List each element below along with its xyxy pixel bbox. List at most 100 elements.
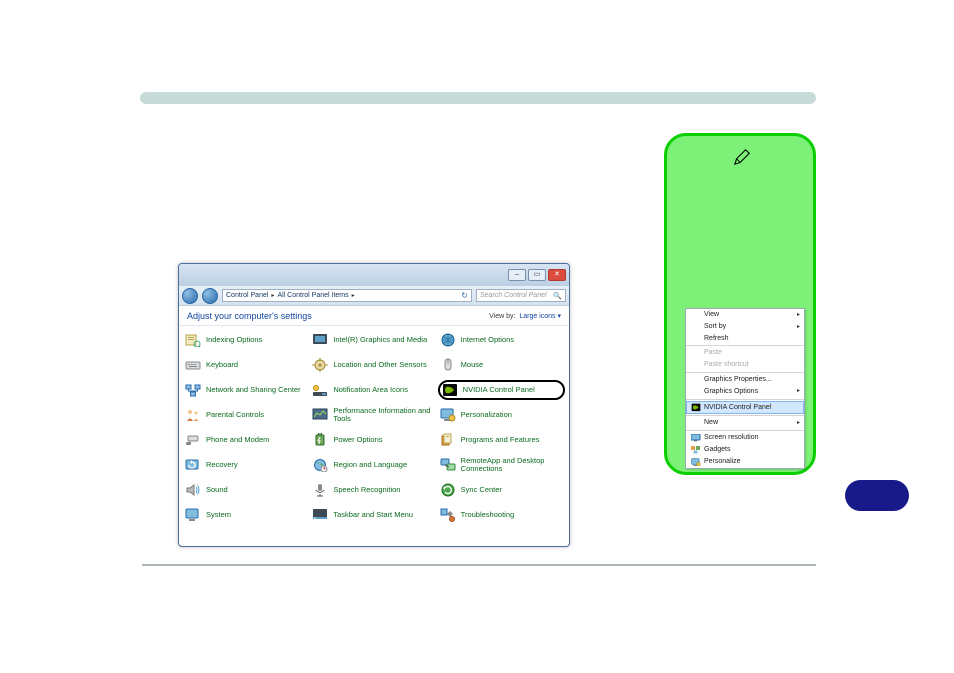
cp-item-intel[interactable]: Intel(R) Graphics and Media (310, 330, 437, 350)
control-panel-grid: Indexing Options Intel(R) Graphics and Me… (179, 326, 569, 529)
chevron-right-icon: ▸ (797, 419, 800, 427)
navbar: Control Panel ▸ All Control Panel Items … (179, 286, 569, 306)
cp-item-network[interactable]: Network and Sharing Center (183, 380, 310, 400)
cp-item-power[interactable]: Power Options (310, 430, 437, 450)
cp-item-nvidia[interactable]: NVIDIA Control Panel (438, 380, 565, 400)
cp-item-label: Internet Options (461, 336, 514, 344)
chevron-right-icon: ▸ (797, 387, 800, 395)
desktop-context-menu: View▸Sort by▸RefreshPastePaste shortcutG… (685, 308, 805, 469)
maximize-button[interactable]: ▭ (528, 269, 546, 281)
settings-header: Adjust your computer's settings View by:… (179, 306, 569, 326)
separator (142, 564, 816, 566)
cp-item-phone[interactable]: Phone and Modem (183, 430, 310, 450)
cp-item-globe[interactable]: Internet Options (438, 330, 565, 350)
blank-icon (691, 349, 701, 357)
cp-item-programs[interactable]: Programs and Features (438, 430, 565, 450)
cp-item-label: Intel(R) Graphics and Media (333, 336, 427, 344)
address-bar[interactable]: Control Panel ▸ All Control Panel Items … (222, 289, 472, 302)
menu-separator (686, 345, 804, 346)
search-input[interactable]: Search Control Panel 🔍 (476, 289, 566, 302)
nvidia-icon (691, 403, 701, 411)
cp-item-system[interactable]: System (183, 505, 310, 525)
viewby-value[interactable]: Large icons ▾ (519, 313, 561, 320)
globe-icon (440, 333, 456, 347)
personalize-icon (440, 408, 456, 422)
parental-icon (185, 408, 201, 422)
trouble-icon (440, 508, 456, 522)
cp-item-taskbar[interactable]: Taskbar and Start Menu (310, 505, 437, 525)
blank-icon (691, 361, 701, 369)
cp-item-trouble[interactable]: Troubleshooting (438, 505, 565, 525)
region-icon (312, 458, 328, 472)
cp-item-index[interactable]: Indexing Options (183, 330, 310, 350)
mouse-icon (440, 358, 456, 372)
perf-icon (312, 408, 328, 422)
cp-item-sound[interactable]: Sound (183, 480, 310, 500)
refresh-icon[interactable]: ↻ (461, 291, 468, 300)
ctx-item-personalize[interactable]: Personalize (686, 456, 804, 468)
cp-item-personalize[interactable]: Personalization (438, 405, 565, 425)
page-badge (845, 480, 909, 511)
network-icon (185, 383, 201, 397)
cp-item-sync[interactable]: Sync Center (438, 480, 565, 500)
ctx-item-sort-by[interactable]: Sort by ▸ (686, 321, 804, 333)
cp-item-parental[interactable]: Parental Controls (183, 405, 310, 425)
cp-item-label: Network and Sharing Center (206, 386, 301, 394)
close-button[interactable]: ✕ (548, 269, 566, 281)
blank-icon (691, 388, 701, 396)
cp-item-notify[interactable]: Notification Area Icons (310, 380, 437, 400)
minimize-button[interactable]: – (508, 269, 526, 281)
cp-item-label: Troubleshooting (461, 511, 515, 519)
ctx-item-label: Refresh (704, 334, 729, 344)
cp-item-label: Sync Center (461, 486, 502, 494)
ctx-item-paste: Paste (686, 347, 804, 359)
recovery-icon (185, 458, 201, 472)
intel-icon (312, 333, 328, 347)
ctx-item-label: New (704, 418, 718, 428)
ctx-item-nvidia-control-panel[interactable]: NVIDIA Control Panel (686, 401, 804, 415)
sound-icon (185, 483, 201, 497)
ctx-item-label: Sort by (704, 322, 726, 332)
breadcrumb-child[interactable]: All Control Panel Items (277, 292, 348, 299)
cp-item-label: Performance Information and Tools (333, 407, 435, 424)
cp-item-keyboard[interactable]: Keyboard (183, 355, 310, 375)
ctx-item-label: NVIDIA Control Panel (704, 403, 771, 413)
chevron-right-icon: ▸ (797, 323, 800, 331)
notify-icon (312, 383, 328, 397)
ctx-item-label: Paste (704, 348, 722, 358)
cp-item-mouse[interactable]: Mouse (438, 355, 565, 375)
menu-separator (686, 399, 804, 400)
ctx-item-graphics-options[interactable]: Graphics Options ▸ (686, 386, 804, 398)
back-button[interactable] (182, 288, 198, 304)
ctx-item-new[interactable]: New ▸ (686, 417, 804, 429)
ctx-item-refresh[interactable]: Refresh (686, 333, 804, 345)
ctx-item-gadgets[interactable]: Gadgets (686, 444, 804, 456)
programs-icon (440, 433, 456, 447)
ctx-item-graphics-properties-[interactable]: Graphics Properties... (686, 374, 804, 386)
cp-item-label: Keyboard (206, 361, 238, 369)
ctx-item-view[interactable]: View▸ (686, 309, 804, 321)
ctx-item-screen-resolution[interactable]: Screen resolution (686, 432, 804, 444)
breadcrumb-root[interactable]: Control Panel (226, 292, 268, 299)
pen-icon (733, 148, 753, 168)
blank-icon (691, 334, 701, 342)
taskbar-icon (312, 508, 328, 522)
cp-item-perf[interactable]: Performance Information and Tools (310, 405, 437, 425)
screen-icon (691, 434, 701, 442)
cp-item-region[interactable]: Region and Language (310, 455, 437, 475)
speech-icon (312, 483, 328, 497)
blank-icon (691, 376, 701, 384)
cp-item-label: Indexing Options (206, 336, 262, 344)
cp-item-speech[interactable]: Speech Recognition (310, 480, 437, 500)
forward-button[interactable] (202, 288, 218, 304)
ctx-item-label: Graphics Options (704, 387, 758, 397)
location-icon (312, 358, 328, 372)
cp-item-remote[interactable]: RemoteApp and Desktop Connections (438, 455, 565, 475)
cp-item-recovery[interactable]: Recovery (183, 455, 310, 475)
cp-item-label: System (206, 511, 231, 519)
ctx-item-label: Screen resolution (704, 433, 758, 443)
search-placeholder: Search Control Panel (480, 292, 547, 299)
power-icon (312, 433, 328, 447)
cp-item-location[interactable]: Location and Other Sensors (310, 355, 437, 375)
cp-item-label: Parental Controls (206, 411, 264, 419)
